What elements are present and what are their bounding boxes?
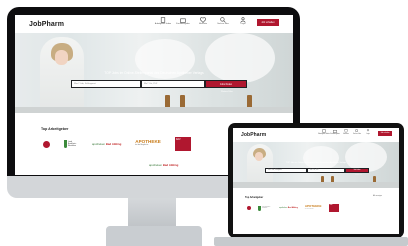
nav-item-fuer-arbeitgeber[interactable]: Für Arbeitgeber <box>175 17 191 26</box>
nav-item-arbeitgeber[interactable]: Arbeitgeber finden <box>155 17 171 26</box>
apo-green-text: apotheken <box>92 142 106 146</box>
all-employers-link[interactable]: Alle anzeigen <box>373 196 382 197</box>
employer-logo-red-seal[interactable] <box>247 206 251 210</box>
nrw-shield-icon <box>64 140 67 148</box>
employer-logo-apotheken[interactable]: apotheken Bad Aibling <box>279 207 298 209</box>
jobs-finden-button[interactable]: Jobs finden <box>206 81 246 87</box>
employer-logo-apotheke[interactable]: APOTHEKE bei der Bergkirche <box>305 205 322 211</box>
job-search-bar: Was? Job, Schlagwort Wo? Ort, PLZ Jobs f… <box>71 80 247 88</box>
nav-label: Merkliste <box>343 134 349 135</box>
hero-shelf <box>233 182 399 188</box>
hero-tagline: TOP Jobs im Online-Stellenportal des Deu… <box>285 162 347 164</box>
header-nav: Arbeitgeber finden Für Arbeitgeber Merkl… <box>155 17 251 26</box>
employer-logos-row: Land Nordrhein-Westfalen apotheken Bad A… <box>247 204 339 212</box>
hero-shelf <box>15 107 293 113</box>
employer-logo-red-seal[interactable] <box>43 140 50 148</box>
device-mockup-stage: JobPharm Arbeitgeber finden Für Arbeitge… <box>0 0 408 246</box>
apo-green-text: apotheken <box>279 207 288 209</box>
nav-label: Login <box>366 134 370 135</box>
hero-banner: TOP Jobs im Online-Stellenportal des Deu… <box>15 33 293 113</box>
employer-logo-red-badge[interactable]: DAV <box>174 137 191 151</box>
hero-banner: TOP Jobs im Online-Stellenportal des Deu… <box>233 142 399 188</box>
site-header: JobPharm Arbeitgeber finden Für Arbeitge… <box>233 128 399 142</box>
top-employers-title: Top Arbeitgeber <box>41 127 69 131</box>
site-header: JobPharm Arbeitgeber finden Für Arbeitge… <box>15 15 293 33</box>
hero-light <box>303 146 339 170</box>
nav-label: Merkliste <box>198 23 207 25</box>
more-filters-link[interactable]: Weitere Filter <box>221 91 233 93</box>
apotheke-sub: bei der Bergkirche <box>135 145 149 146</box>
nav-label: Suchen Jobs <box>352 134 362 135</box>
hero-tagline: TOP Jobs im Online-Stellenportal des Deu… <box>104 71 204 75</box>
nav-item-merkliste[interactable]: Merkliste <box>341 129 351 136</box>
jobs-finden-button[interactable]: Jobs finden <box>346 168 368 173</box>
hero-light <box>205 33 275 83</box>
what-search-input[interactable]: Was? Job, Schlagwort <box>266 168 306 173</box>
hero-pharmacist-face <box>55 50 68 65</box>
nav-item-login[interactable]: Login <box>363 129 373 136</box>
site-logo[interactable]: JobPharm <box>29 21 64 28</box>
employer-logo-red-badge[interactable]: DAV <box>328 204 339 212</box>
employer-logo-apotheken[interactable]: apotheken Bad Aibling <box>92 142 121 146</box>
nrw-shield-icon <box>258 205 261 211</box>
apotheke-sub: bei der Bergkirche <box>304 209 314 210</box>
nav-item-arbeitgeber[interactable]: Arbeitgeber finden <box>318 129 330 136</box>
laptop-screen: JobPharm Arbeitgeber finden Für Arbeitge… <box>233 128 399 234</box>
nrw-text: Land Nordrhein-Westfalen <box>67 141 77 147</box>
nav-item-suchen[interactable]: Suchen Jobs <box>352 129 362 136</box>
more-filters-link[interactable]: Weitere Filter <box>355 175 362 176</box>
employer-logo-nrw[interactable]: Land Nordrhein-Westfalen <box>64 140 78 148</box>
site-logo[interactable]: JobPharm <box>241 132 266 138</box>
where-search-input[interactable]: Wo? Ort, PLZ <box>308 168 344 173</box>
nav-label: Arbeitgeber finden <box>154 23 172 25</box>
monitor-stand-base <box>106 226 202 246</box>
employer-logo-apotheken-2[interactable]: apotheken Bad Aibling <box>149 163 178 167</box>
nrw-text: Land Nordrhein-Westfalen <box>261 207 271 209</box>
laptop-base <box>214 237 408 246</box>
hero-pharmacist-face <box>255 152 263 161</box>
nav-label: Arbeitgeber finden <box>318 134 330 135</box>
top-employers-title: Top Arbeitgeber <box>245 196 264 199</box>
nav-label: Suchen Jobs <box>217 23 229 25</box>
nav-label: Für Arbeitgeber <box>330 134 340 135</box>
employer-logos-row: Land Nordrhein-Westfalen apotheken Bad A… <box>43 137 191 151</box>
job-search-bar: Was? Job, Schlagwort Wo? Ort, PLZ Jobs f… <box>265 168 369 173</box>
what-search-input[interactable]: Was? Job, Schlagwort <box>72 81 140 87</box>
monitor-stand-neck <box>128 198 176 228</box>
nav-label: Login <box>240 23 246 25</box>
employer-logo-nrw[interactable]: Land Nordrhein-Westfalen <box>258 204 272 212</box>
apo-red-text: Bad Aibling <box>287 207 298 209</box>
nav-item-login[interactable]: Login <box>235 17 251 26</box>
job-schalten-button[interactable]: Job schalten <box>257 19 279 26</box>
apo-green-text: apotheken <box>149 163 163 167</box>
nav-item-merkliste[interactable]: Merkliste <box>195 17 211 26</box>
where-search-input[interactable]: Wo? Ort, PLZ <box>142 81 204 87</box>
nav-label: Für Arbeitgeber <box>176 23 190 25</box>
employer-logo-apotheke[interactable]: APOTHEKE bei der Bergkirche <box>135 139 161 148</box>
apo-red-text: Bad Aibling <box>162 163 179 167</box>
nav-item-suchen[interactable]: Suchen Jobs <box>215 17 231 26</box>
header-nav: Arbeitgeber finden Für Arbeitgeber Merkl… <box>318 129 373 136</box>
job-schalten-button[interactable]: Job schalten <box>378 131 392 136</box>
apo-red-text: Bad Aibling <box>105 142 122 146</box>
nav-item-fuer-arbeitgeber[interactable]: Für Arbeitgeber <box>330 129 340 136</box>
